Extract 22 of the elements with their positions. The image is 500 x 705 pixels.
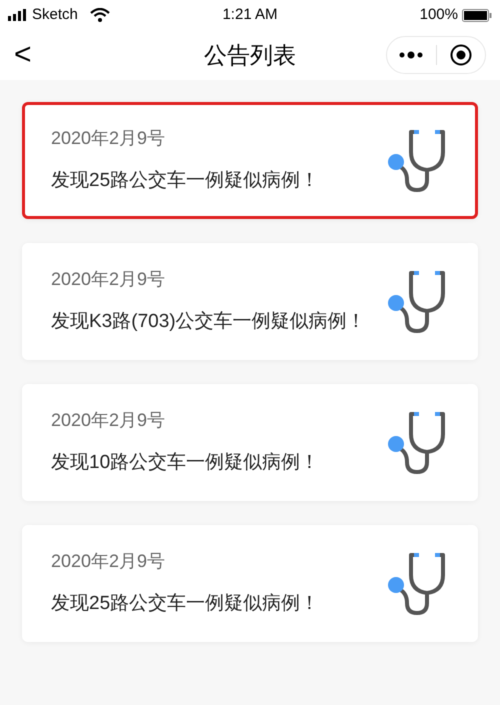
notice-title: 发现25路公交车一例疑似病例！ <box>51 592 320 616</box>
wifi-icon <box>90 8 110 22</box>
carrier-name: Sketch <box>32 4 78 25</box>
notice-date: 2020年2月9号 <box>51 127 166 150</box>
battery-percent: 100% <box>420 4 458 25</box>
notice-card[interactable]: 2020年2月9号 发现10路公交车一例疑似病例！ <box>22 384 478 501</box>
notice-title: 发现10路公交车一例疑似病例！ <box>51 451 320 475</box>
status-time: 1:21 AM <box>221 4 279 25</box>
notice-date: 2020年2月9号 <box>51 409 166 432</box>
notice-card[interactable]: 2020年2月9号 发现25路公交车一例疑似病例！ <box>22 525 478 642</box>
more-icon <box>399 51 424 59</box>
battery-icon <box>462 8 492 22</box>
signal-icon <box>8 9 28 21</box>
target-icon <box>450 44 472 66</box>
notice-date: 2020年2月9号 <box>51 550 166 573</box>
notice-title: 发现K3路(703)公交车一例疑似病例！ <box>51 310 367 334</box>
notice-card[interactable]: 2020年2月9号 发现25路公交车一例疑似病例！ <box>22 102 478 219</box>
back-button[interactable]: < <box>14 40 54 70</box>
notice-card[interactable]: 2020年2月9号 发现K3路(703)公交车一例疑似病例！ <box>22 243 478 360</box>
page-title: 公告列表 <box>203 40 297 70</box>
notice-date: 2020年2月9号 <box>51 268 166 291</box>
notice-title: 发现25路公交车一例疑似病例！ <box>51 169 320 193</box>
